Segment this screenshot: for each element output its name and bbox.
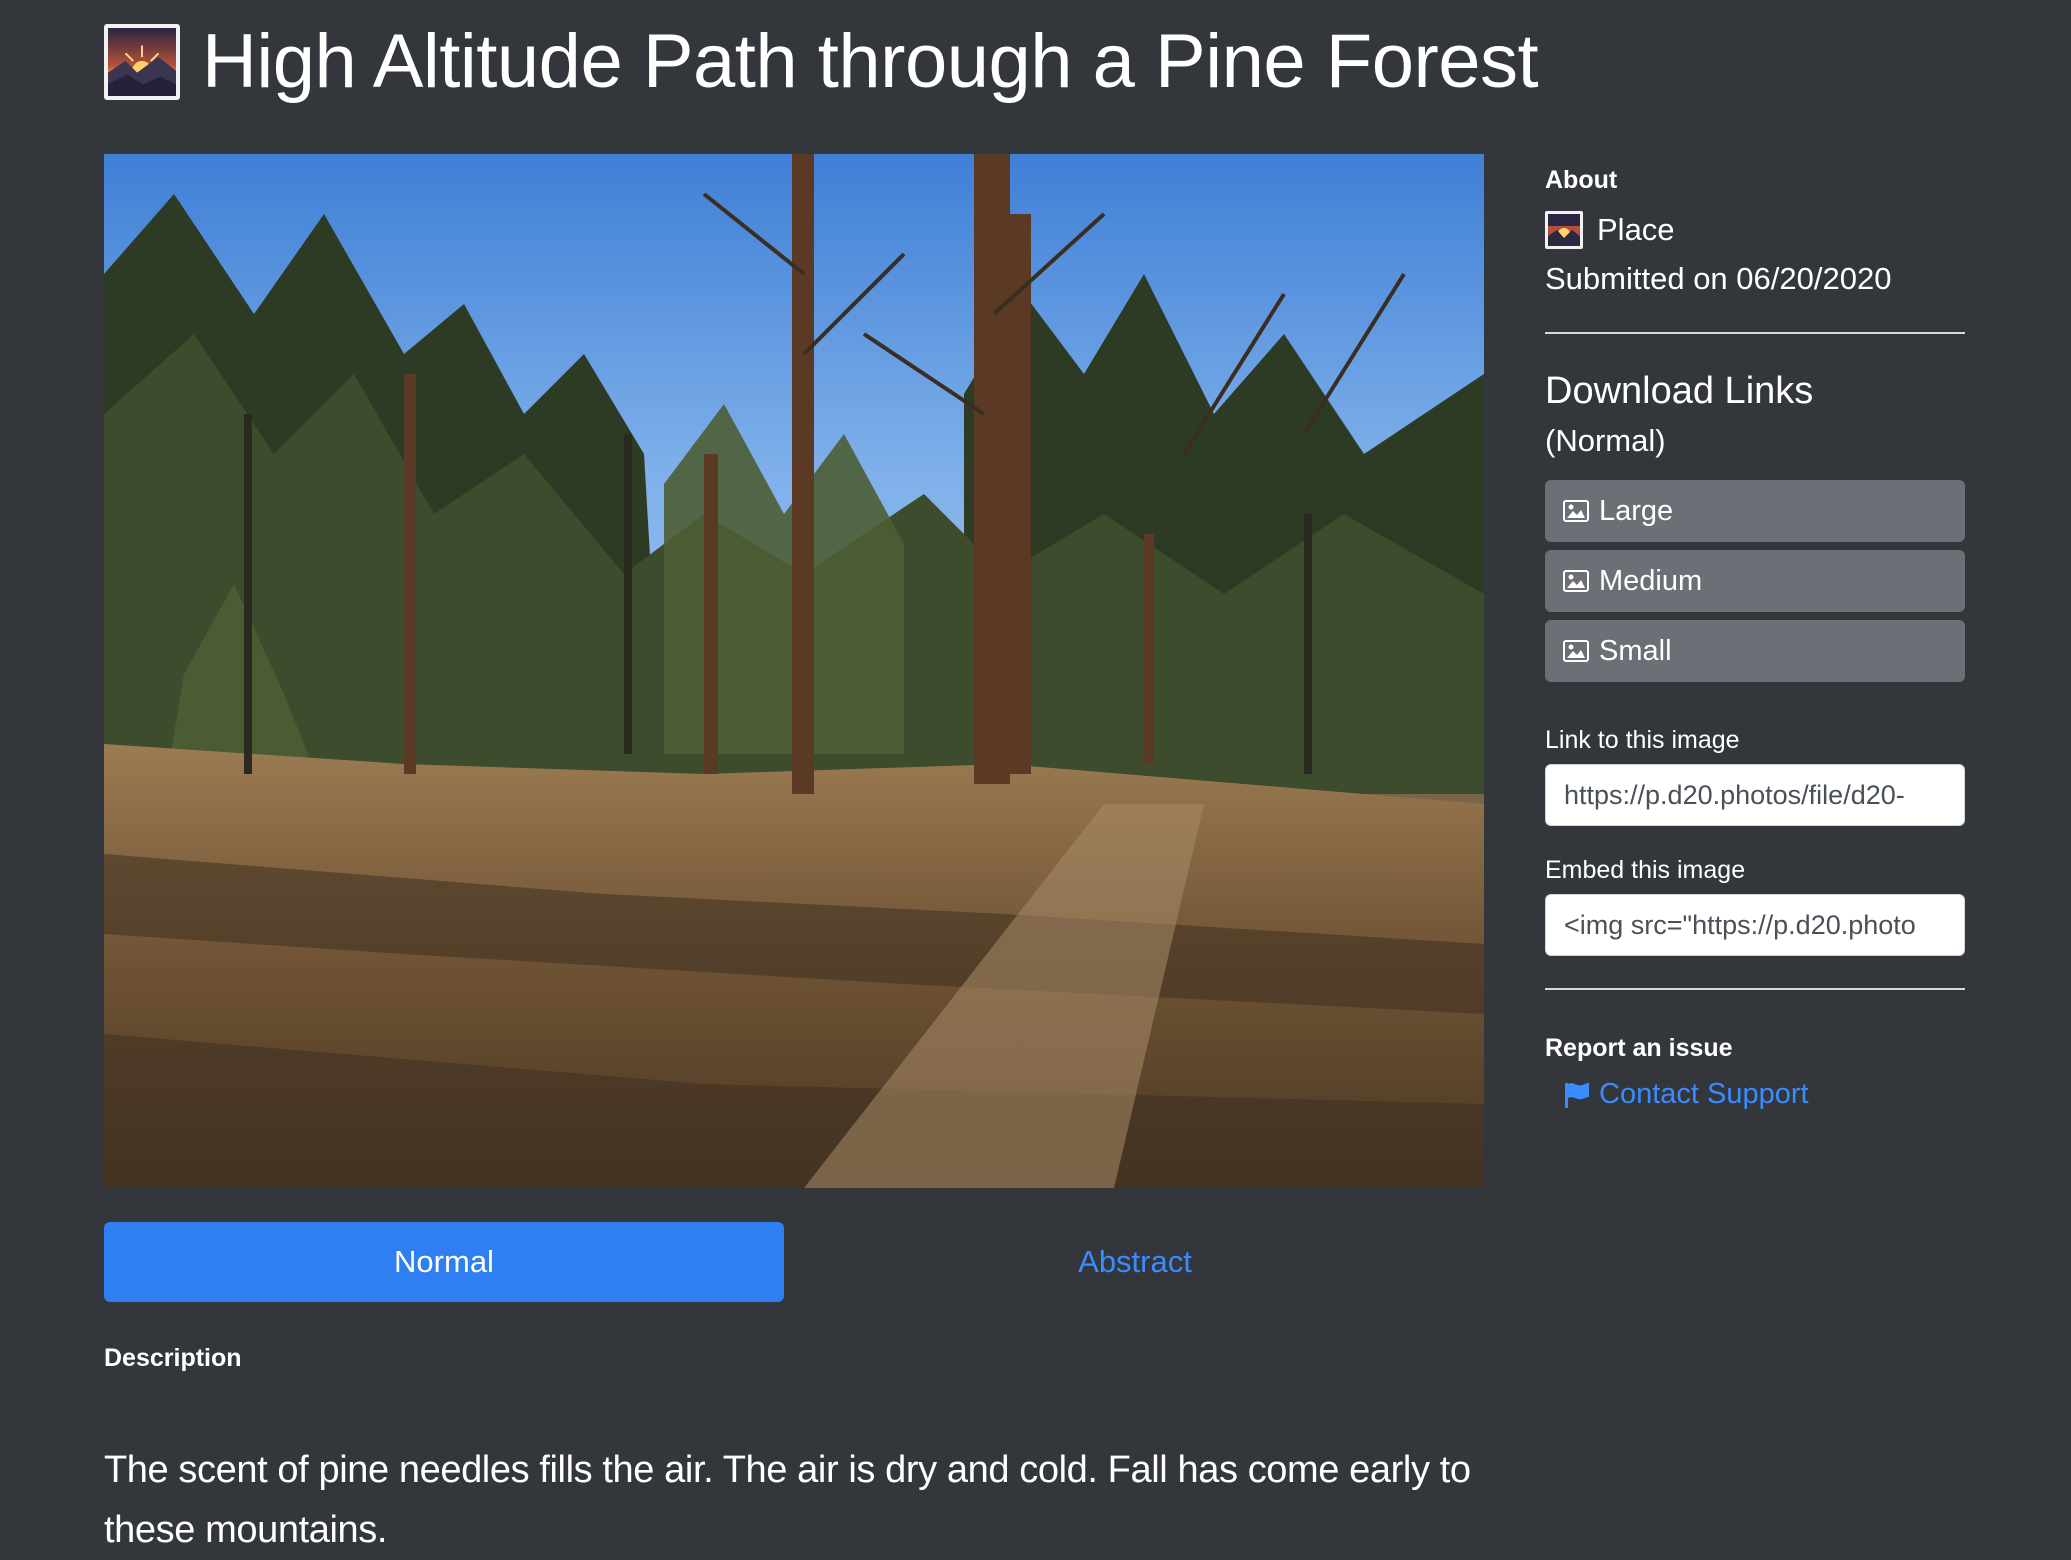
sidebar: About Place Submitted on 06/20/2020 Down…	[1545, 160, 1965, 1111]
tab-normal[interactable]: Normal	[104, 1222, 784, 1302]
download-small-button[interactable]: Small	[1545, 620, 1965, 682]
sunrise-mountain-photo-icon	[1545, 211, 1583, 249]
description-heading: Description	[104, 1344, 242, 1372]
contact-support-label: Contact Support	[1599, 1078, 1809, 1110]
about-type-row: Place	[1545, 204, 1965, 256]
download-medium-button[interactable]: Medium	[1545, 550, 1965, 612]
download-large-button[interactable]: Large	[1545, 480, 1965, 542]
download-medium-label: Medium	[1599, 564, 1703, 597]
embed-label: Embed this image	[1545, 856, 1746, 884]
forest-trail-photo	[104, 154, 1484, 1188]
submitted-date: Submitted on 06/20/2020	[1545, 261, 1892, 296]
divider	[1545, 988, 1965, 990]
image-icon	[1563, 500, 1589, 522]
page: High Altitude Path through a Pine Forest	[0, 0, 2071, 1560]
tab-abstract[interactable]: Abstract	[790, 1222, 1480, 1302]
about-heading: About	[1545, 166, 1618, 194]
page-title: High Altitude Path through a Pine Forest	[202, 19, 1539, 104]
download-links-heading: Download Links	[1545, 370, 1814, 412]
image-link-field[interactable]	[1545, 764, 1965, 826]
about-type: Place	[1597, 212, 1675, 247]
download-variant: (Normal)	[1545, 423, 1666, 458]
image-icon	[1563, 570, 1589, 592]
sunrise-mountain-photo-icon	[104, 24, 180, 100]
description-text: The scent of pine needles fills the air.…	[104, 1449, 1471, 1551]
divider	[1545, 332, 1965, 334]
contact-support-link[interactable]: Contact Support	[1545, 1078, 1965, 1111]
link-label: Link to this image	[1545, 726, 1740, 754]
flag-icon	[1563, 1081, 1591, 1109]
embed-code-field[interactable]	[1545, 894, 1965, 956]
download-large-label: Large	[1599, 494, 1674, 527]
report-issue-heading: Report an issue	[1545, 1034, 1733, 1062]
image-icon	[1563, 640, 1589, 662]
download-small-label: Small	[1599, 634, 1672, 667]
page-header: High Altitude Path through a Pine Forest	[104, 14, 1539, 110]
